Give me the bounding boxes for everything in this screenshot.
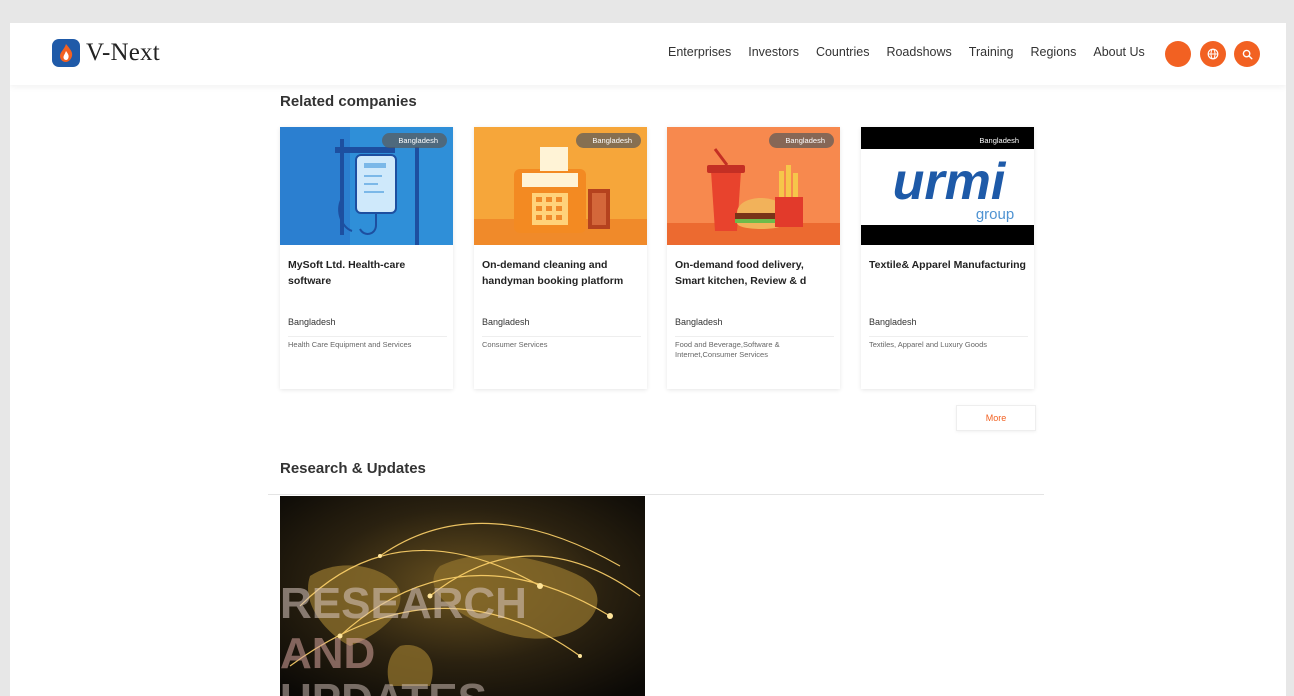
svg-text:group: group xyxy=(976,206,1014,223)
user-button[interactable] xyxy=(1165,41,1191,67)
svg-text:urmi: urmi xyxy=(893,153,1007,211)
card-sector: Consumer Services xyxy=(482,340,548,349)
card-title[interactable]: On-demand food delivery, Smart kitchen, … xyxy=(675,257,833,289)
country-badge: Bangladesh xyxy=(576,133,641,148)
country-badge: Bangladesh xyxy=(769,133,834,148)
country-badge: Bangladesh xyxy=(979,136,1019,145)
card-country: Bangladesh xyxy=(482,317,530,327)
card-divider xyxy=(288,336,447,337)
country-badge: Bangladesh xyxy=(382,133,447,148)
card-country: Bangladesh xyxy=(288,317,336,327)
section-divider xyxy=(268,494,1044,495)
research-updates-title: Research & Updates xyxy=(280,460,426,477)
company-card[interactable]: Bangladesh On-demand food delivery, Smar… xyxy=(667,127,840,389)
nav-item-investors[interactable]: Investors xyxy=(748,45,799,59)
card-sector: Health Care Equipment and Services xyxy=(288,340,412,349)
card-title[interactable]: Textile& Apparel Manufacturing xyxy=(869,257,1027,273)
company-card[interactable]: urmi group Bangladesh Textile& Apparel M… xyxy=(861,127,1034,389)
svg-text:RESEARCH: RESEARCH xyxy=(280,579,527,628)
card-divider xyxy=(482,336,641,337)
nav-item-training[interactable]: Training xyxy=(969,45,1014,59)
nav-item-roadshows[interactable]: Roadshows xyxy=(886,45,951,59)
svg-text:AND: AND xyxy=(280,629,375,678)
card-title[interactable]: MySoft Ltd. Health-care software xyxy=(288,257,446,289)
nav-item-countries[interactable]: Countries xyxy=(816,45,870,59)
search-icon xyxy=(1242,49,1253,60)
card-sector: Food and Beverage,Software & Internet,Co… xyxy=(675,340,780,359)
card-divider xyxy=(675,336,834,337)
more-button[interactable]: More xyxy=(956,405,1036,431)
search-button[interactable] xyxy=(1234,41,1260,67)
card-country: Bangladesh xyxy=(675,317,723,327)
company-card[interactable]: Bangladesh MySoft Ltd. Health-care softw… xyxy=(280,127,453,389)
related-companies-title: Related companies xyxy=(280,93,417,110)
language-button[interactable] xyxy=(1200,41,1226,67)
svg-text:UPDATES: UPDATES xyxy=(280,675,487,696)
brand-name: V-Next xyxy=(86,39,160,66)
globe-icon xyxy=(1207,48,1219,60)
card-title[interactable]: On-demand cleaning and handyman booking … xyxy=(482,257,640,289)
card-sector: Textiles, Apparel and Luxury Goods xyxy=(869,340,987,349)
research-updates-image[interactable]: RESEARCH AND UPDATES xyxy=(280,496,645,696)
flame-logo-icon xyxy=(52,39,80,67)
nav-item-enterprises[interactable]: Enterprises xyxy=(668,45,731,59)
nav-item-regions[interactable]: Regions xyxy=(1030,45,1076,59)
main-nav: Enterprises Investors Countries Roadshow… xyxy=(668,45,1162,59)
card-country: Bangladesh xyxy=(869,317,917,327)
nav-item-about-us[interactable]: About Us xyxy=(1093,45,1144,59)
page-frame: V-Next Enterprises Investors Countries R… xyxy=(10,23,1286,696)
brand-logo[interactable]: V-Next xyxy=(52,39,160,67)
card-divider xyxy=(869,336,1028,337)
top-header: V-Next Enterprises Investors Countries R… xyxy=(10,23,1286,85)
company-card[interactable]: Bangladesh On-demand cleaning and handym… xyxy=(474,127,647,389)
